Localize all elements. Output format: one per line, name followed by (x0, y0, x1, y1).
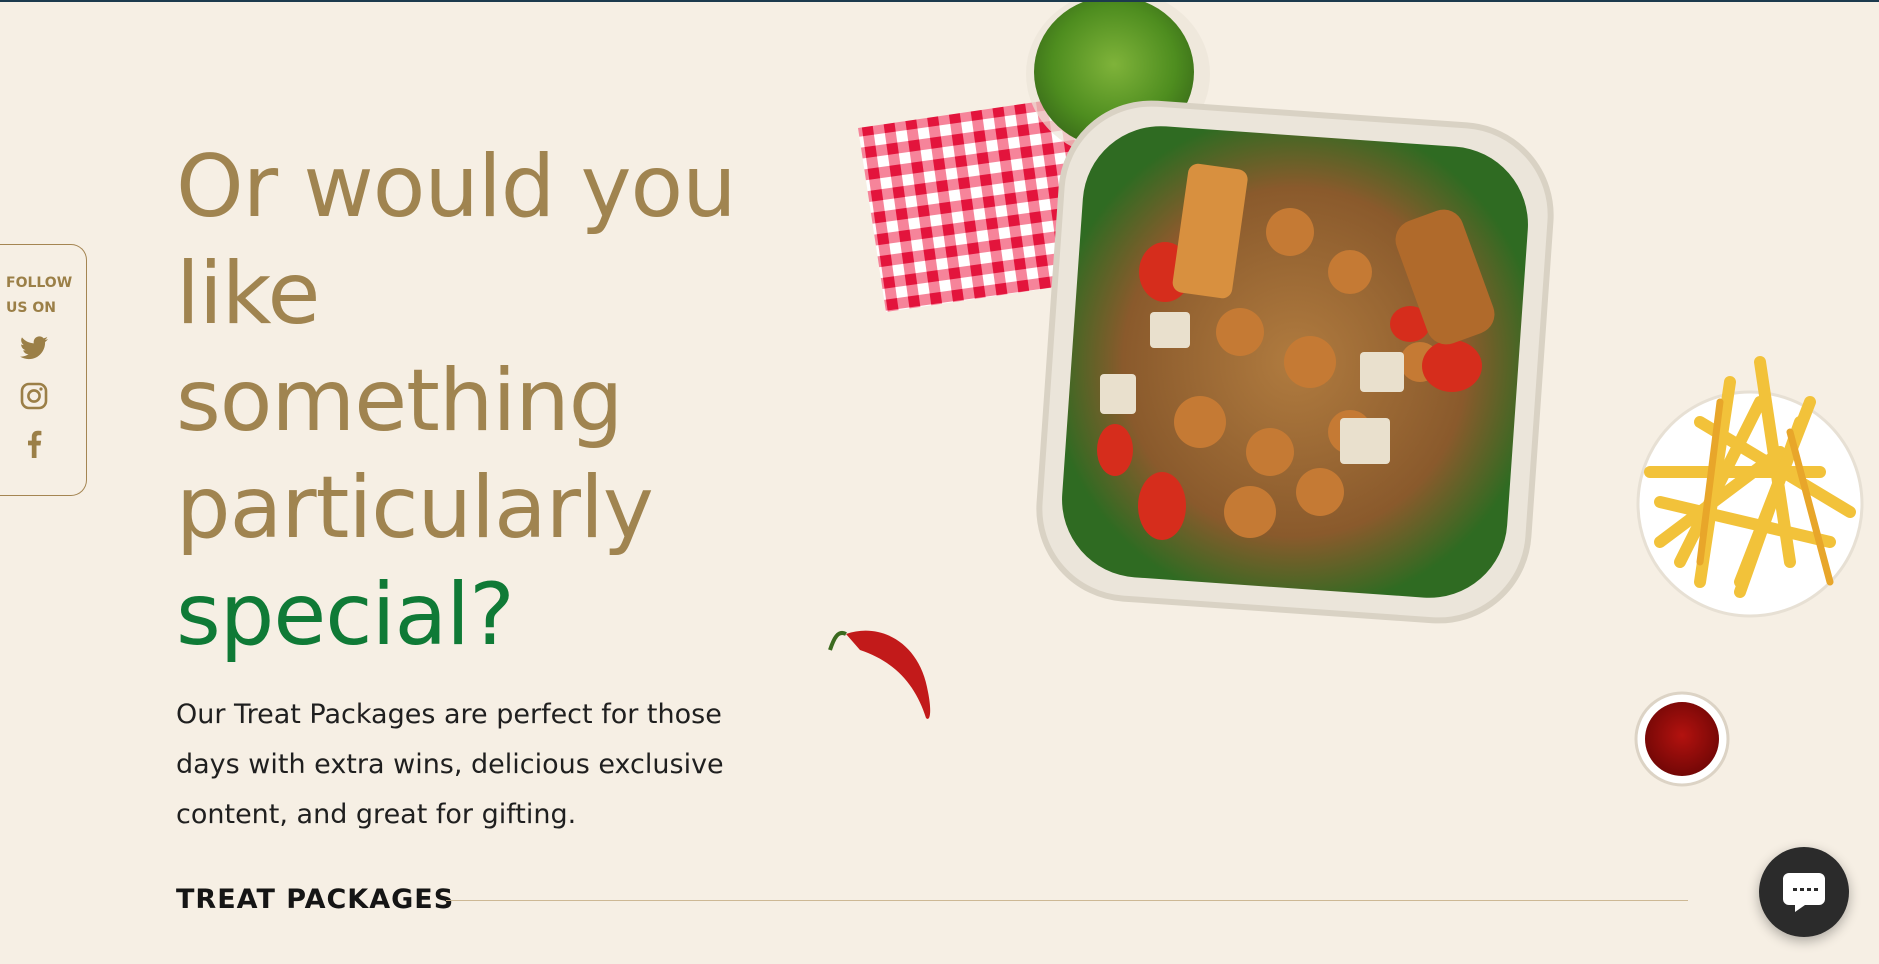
facebook-icon[interactable] (19, 429, 49, 459)
sauce-bowl-green (1026, 2, 1210, 158)
ketchup-bowl (1634, 691, 1730, 787)
headline-line: like (176, 244, 320, 344)
headline-line: something (176, 351, 623, 451)
fries-bowl (1636, 356, 1864, 618)
instagram-icon[interactable] (19, 381, 49, 411)
gingham-napkin (858, 88, 1158, 312)
chat-button[interactable] (1759, 847, 1849, 937)
follow-us-panel: FOLLOW US ON (0, 244, 87, 496)
section-divider (446, 900, 1688, 901)
social-links (0, 333, 70, 459)
chili-pepper (828, 630, 931, 719)
chat-bubble-icon (1783, 873, 1825, 912)
hero-description: Our Treat Packages are perfect for those… (176, 699, 724, 830)
headline-accent: special? (176, 565, 515, 665)
salad-container (1036, 100, 1554, 624)
headline-line: particularly (176, 458, 654, 558)
twitter-icon[interactable] (19, 333, 49, 363)
headline-line: Or would you (176, 137, 737, 237)
page: FOLLOW US ON Or would you like something… (0, 0, 1879, 964)
hero-headline: Or would you like something particularly… (176, 134, 816, 669)
follow-us-label: FOLLOW US ON (6, 275, 73, 316)
section-title: TREAT PACKAGES (176, 884, 455, 915)
